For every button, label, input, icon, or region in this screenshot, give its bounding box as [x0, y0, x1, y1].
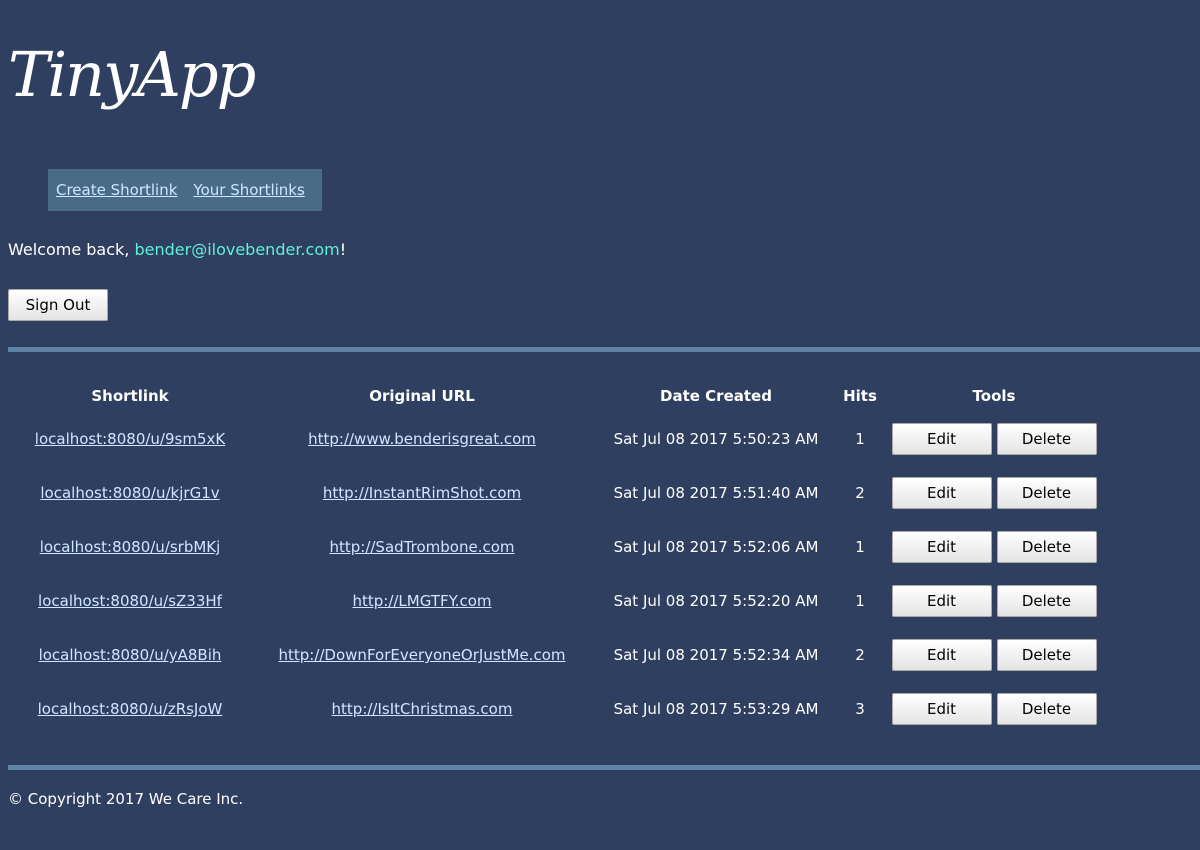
date-created: Sat Jul 08 2017 5:52:20 AM [613, 592, 819, 610]
header-hits: Hits [843, 387, 877, 405]
shortlink-link[interactable]: localhost:8080/u/9sm5xK [35, 430, 225, 448]
hits-count: 2 [855, 484, 865, 502]
delete-button[interactable]: Delete [996, 639, 1097, 671]
divider-top [8, 347, 1200, 352]
table-row: localhost:8080/u/9sm5xK http://www.bende… [8, 412, 1108, 466]
original-url-link[interactable]: http://www.benderisgreat.com [308, 430, 536, 448]
edit-button[interactable]: Edit [891, 423, 992, 455]
header-shortlink: Shortlink [91, 387, 169, 405]
shortlinks-table: Shortlink Original URL Date Created Hits… [8, 380, 1108, 736]
delete-button[interactable]: Delete [996, 423, 1097, 455]
edit-button[interactable]: Edit [891, 639, 992, 671]
welcome-suffix: ! [339, 240, 347, 259]
header-date-created: Date Created [660, 387, 772, 405]
table-header-row: Shortlink Original URL Date Created Hits… [8, 380, 1108, 412]
shortlink-link[interactable]: localhost:8080/u/yA8Bih [39, 646, 222, 664]
shortlink-link[interactable]: localhost:8080/u/sZ33Hf [38, 592, 222, 610]
date-created: Sat Jul 08 2017 5:53:29 AM [613, 700, 819, 718]
table-row: localhost:8080/u/kjrG1v http://InstantRi… [8, 466, 1108, 520]
table-row: localhost:8080/u/srbMKj http://SadTrombo… [8, 520, 1108, 574]
hits-count: 1 [855, 592, 865, 610]
delete-button[interactable]: Delete [996, 477, 1097, 509]
shortlink-link[interactable]: localhost:8080/u/zRsJoW [38, 700, 223, 718]
divider-bottom [8, 765, 1200, 770]
original-url-link[interactable]: http://IsItChristmas.com [332, 700, 513, 718]
edit-button[interactable]: Edit [891, 693, 992, 725]
delete-button[interactable]: Delete [996, 531, 1097, 563]
app-logo: TinyApp [8, 38, 256, 111]
welcome-prefix: Welcome back, [8, 240, 135, 259]
nav-bar: Create Shortlink Your Shortlinks [48, 169, 322, 211]
hits-count: 1 [855, 538, 865, 556]
table-row: localhost:8080/u/yA8Bih http://DownForEv… [8, 628, 1108, 682]
delete-button[interactable]: Delete [996, 693, 1097, 725]
original-url-link[interactable]: http://LMGTFY.com [352, 592, 491, 610]
original-url-link[interactable]: http://DownForEveryoneOrJustMe.com [278, 646, 565, 664]
sign-out-button[interactable]: Sign Out [8, 289, 108, 321]
date-created: Sat Jul 08 2017 5:52:34 AM [613, 646, 819, 664]
original-url-link[interactable]: http://InstantRimShot.com [323, 484, 521, 502]
edit-button[interactable]: Edit [891, 477, 992, 509]
hits-count: 2 [855, 646, 865, 664]
date-created: Sat Jul 08 2017 5:50:23 AM [613, 430, 819, 448]
table-row: localhost:8080/u/sZ33Hf http://LMGTFY.co… [8, 574, 1108, 628]
create-shortlink-link[interactable]: Create Shortlink [56, 181, 177, 199]
your-shortlinks-link[interactable]: Your Shortlinks [193, 181, 304, 199]
user-email: bender@ilovebender.com [134, 240, 340, 259]
delete-button[interactable]: Delete [996, 585, 1097, 617]
date-created: Sat Jul 08 2017 5:52:06 AM [613, 538, 819, 556]
hits-count: 1 [855, 430, 865, 448]
header-tools: Tools [972, 387, 1016, 405]
shortlink-link[interactable]: localhost:8080/u/kjrG1v [40, 484, 219, 502]
header-original-url: Original URL [369, 387, 475, 405]
shortlink-link[interactable]: localhost:8080/u/srbMKj [40, 538, 221, 556]
edit-button[interactable]: Edit [891, 585, 992, 617]
original-url-link[interactable]: http://SadTrombone.com [329, 538, 514, 556]
hits-count: 3 [855, 700, 865, 718]
welcome-message: Welcome back, bender@ilovebender.com! [8, 240, 346, 259]
copyright-footer: © Copyright 2017 We Care Inc. [8, 790, 244, 808]
table-row: localhost:8080/u/zRsJoW http://IsItChris… [8, 682, 1108, 736]
date-created: Sat Jul 08 2017 5:51:40 AM [613, 484, 819, 502]
edit-button[interactable]: Edit [891, 531, 992, 563]
